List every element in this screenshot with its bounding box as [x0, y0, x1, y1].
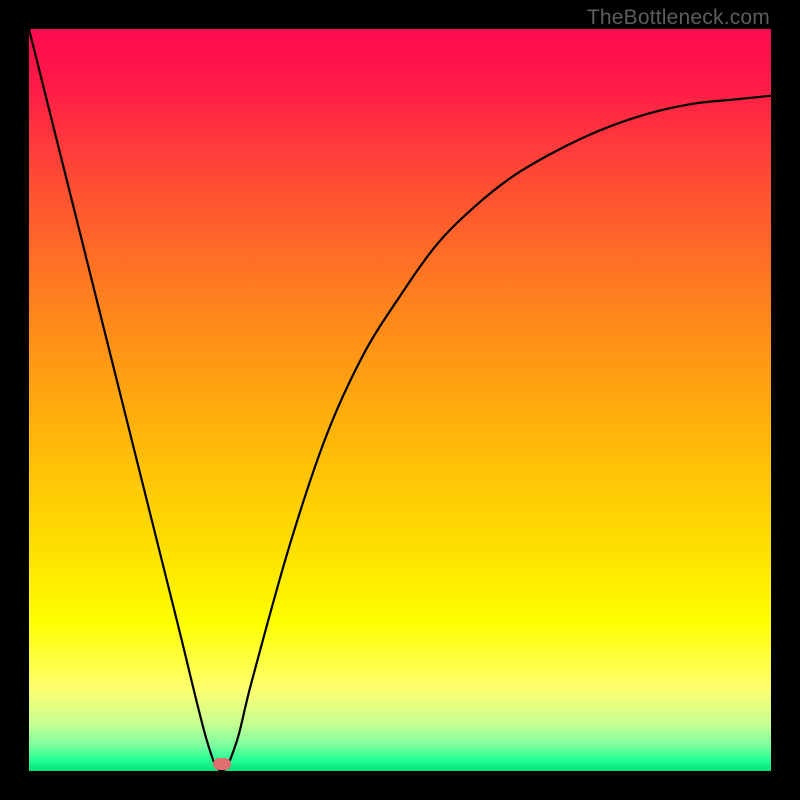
- watermark-text: TheBottleneck.com: [587, 6, 770, 30]
- minimum-marker: [213, 758, 231, 770]
- bottleneck-curve: [29, 29, 771, 771]
- plot-area: [29, 29, 771, 771]
